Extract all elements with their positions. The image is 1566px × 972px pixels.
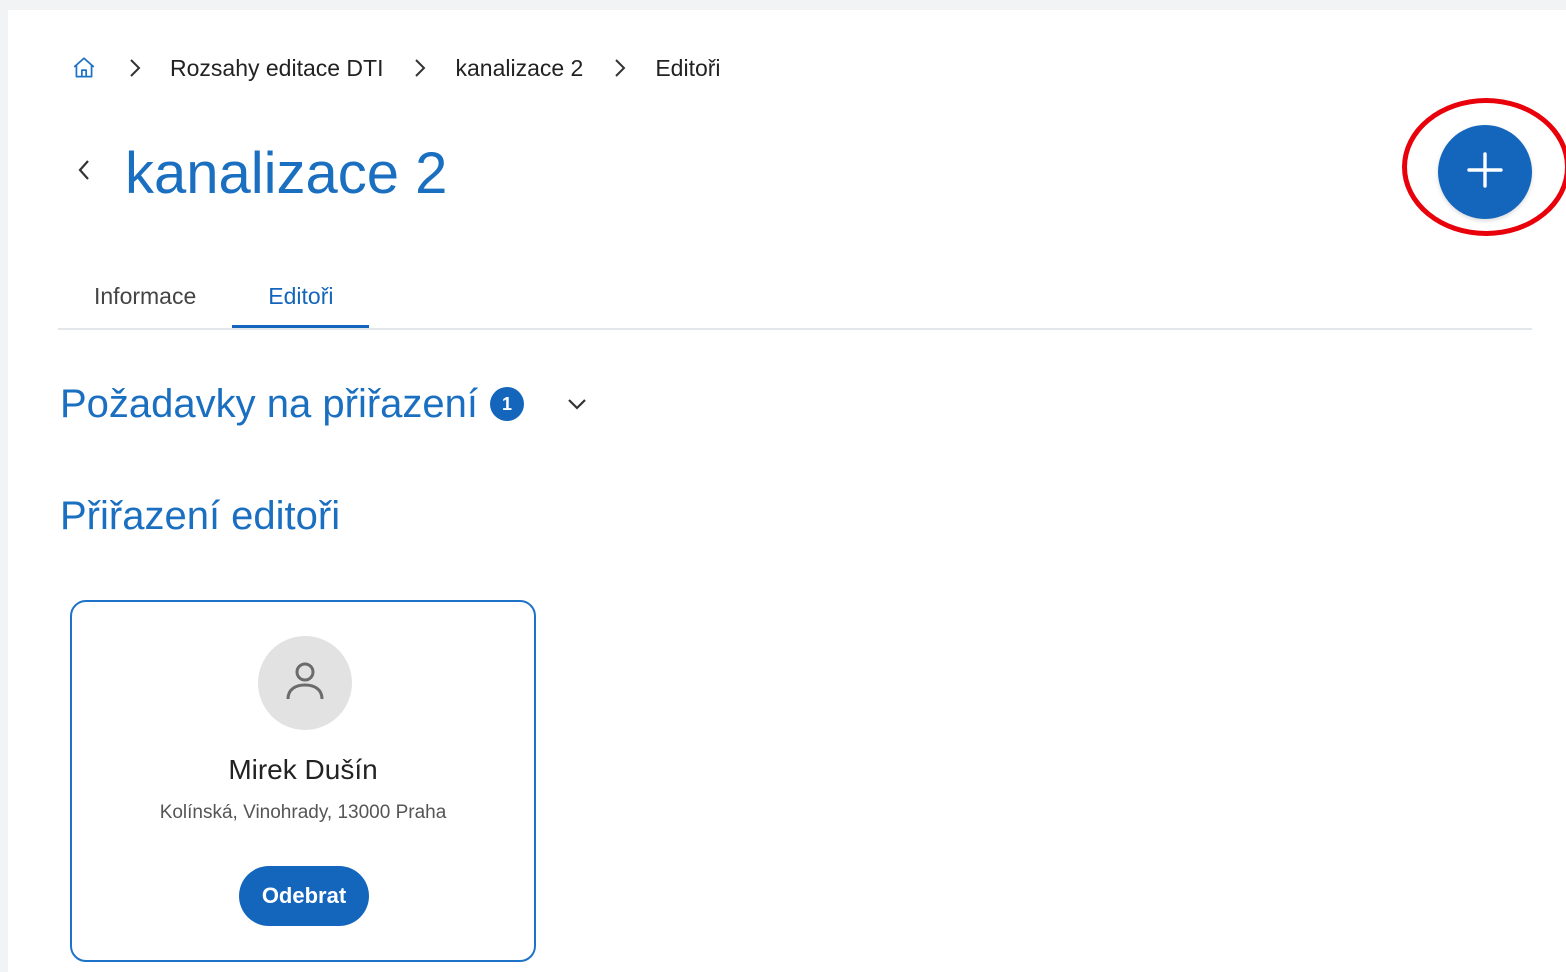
breadcrumb-item-current: Editoři bbox=[655, 54, 721, 81]
home-icon[interactable] bbox=[70, 54, 98, 82]
tab-editori[interactable]: Editoři bbox=[232, 266, 370, 328]
chevron-right-icon bbox=[609, 57, 631, 79]
editor-card: Mirek Dušín Kolínská, Vinohrady, 13000 P… bbox=[70, 600, 536, 962]
remove-editor-button[interactable]: Odebrat bbox=[239, 866, 369, 926]
tab-bar: Informace Editoři bbox=[58, 266, 1532, 330]
breadcrumb-item-rozsahy[interactable]: Rozsahy editace DTI bbox=[170, 55, 383, 82]
user-icon bbox=[279, 655, 331, 712]
chevron-left-icon bbox=[75, 157, 93, 188]
breadcrumb-item-kanalizace[interactable]: kanalizace 2 bbox=[455, 55, 583, 82]
tab-informace[interactable]: Informace bbox=[58, 266, 232, 326]
page: Rozsahy editace DTI kanalizace 2 Editoři… bbox=[8, 10, 1566, 972]
plus-icon bbox=[1465, 150, 1505, 195]
editor-address: Kolínská, Vinohrady, 13000 Praha bbox=[159, 802, 447, 823]
editor-name: Mirek Dušín bbox=[228, 754, 378, 785]
avatar bbox=[258, 636, 352, 730]
assigned-editors-title: Přiřazení editoři bbox=[60, 494, 341, 538]
chevron-right-icon bbox=[124, 57, 146, 79]
page-title: kanalizace 2 bbox=[125, 141, 448, 206]
requests-section-title: Požadavky na přiřazení bbox=[60, 382, 479, 426]
back-button[interactable] bbox=[66, 154, 102, 190]
add-editor-button[interactable] bbox=[1438, 125, 1532, 219]
breadcrumb: Rozsahy editace DTI kanalizace 2 Editoři bbox=[70, 52, 721, 84]
chevron-down-icon bbox=[562, 389, 592, 419]
chevron-right-icon bbox=[409, 57, 431, 79]
requests-section-toggle[interactable]: Požadavky na přiřazení 1 bbox=[60, 378, 592, 430]
requests-count-badge: 1 bbox=[490, 387, 525, 421]
